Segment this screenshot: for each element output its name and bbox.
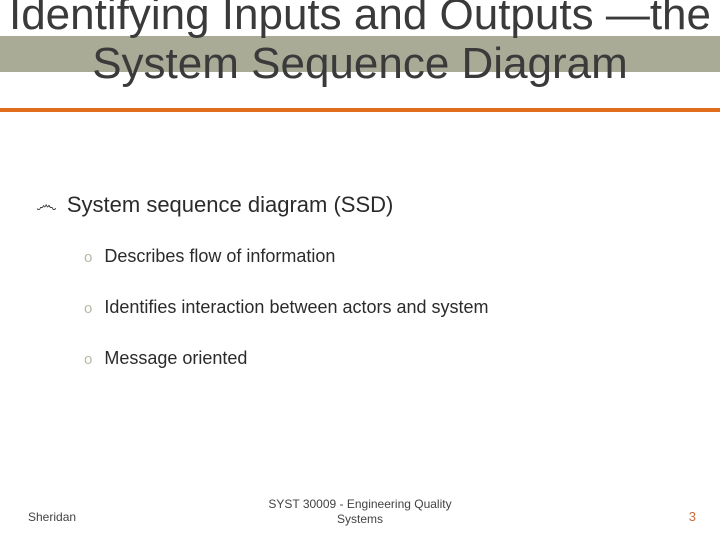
sub-bullet-text: Message oriented [104,348,247,369]
main-bullet: ෴ System sequence diagram (SSD) [36,192,684,218]
footer-center: SYST 30009 - Engineering Quality Systems [0,497,720,528]
page-number: 3 [689,509,696,524]
title-underline [0,108,720,112]
sub-bullet-list: o Describes flow of information o Identi… [84,246,684,369]
circle-icon: o [84,250,92,265]
swirl-icon: ෴ [36,194,57,216]
slide-title: Identifying Inputs and Outputs —the Syst… [0,0,720,89]
sub-bullet-text: Identifies interaction between actors an… [104,297,488,318]
circle-icon: o [84,301,92,316]
list-item: o Identifies interaction between actors … [84,297,684,318]
list-item: o Message oriented [84,348,684,369]
footer-center-line1: SYST 30009 - Engineering Quality [268,497,451,511]
footer-center-line2: Systems [337,512,383,526]
footer: Sheridan SYST 30009 - Engineering Qualit… [0,492,720,528]
main-bullet-text: System sequence diagram (SSD) [67,192,393,218]
sub-bullet-text: Describes flow of information [104,246,335,267]
list-item: o Describes flow of information [84,246,684,267]
circle-icon: o [84,352,92,367]
content-area: ෴ System sequence diagram (SSD) o Descri… [36,192,684,399]
